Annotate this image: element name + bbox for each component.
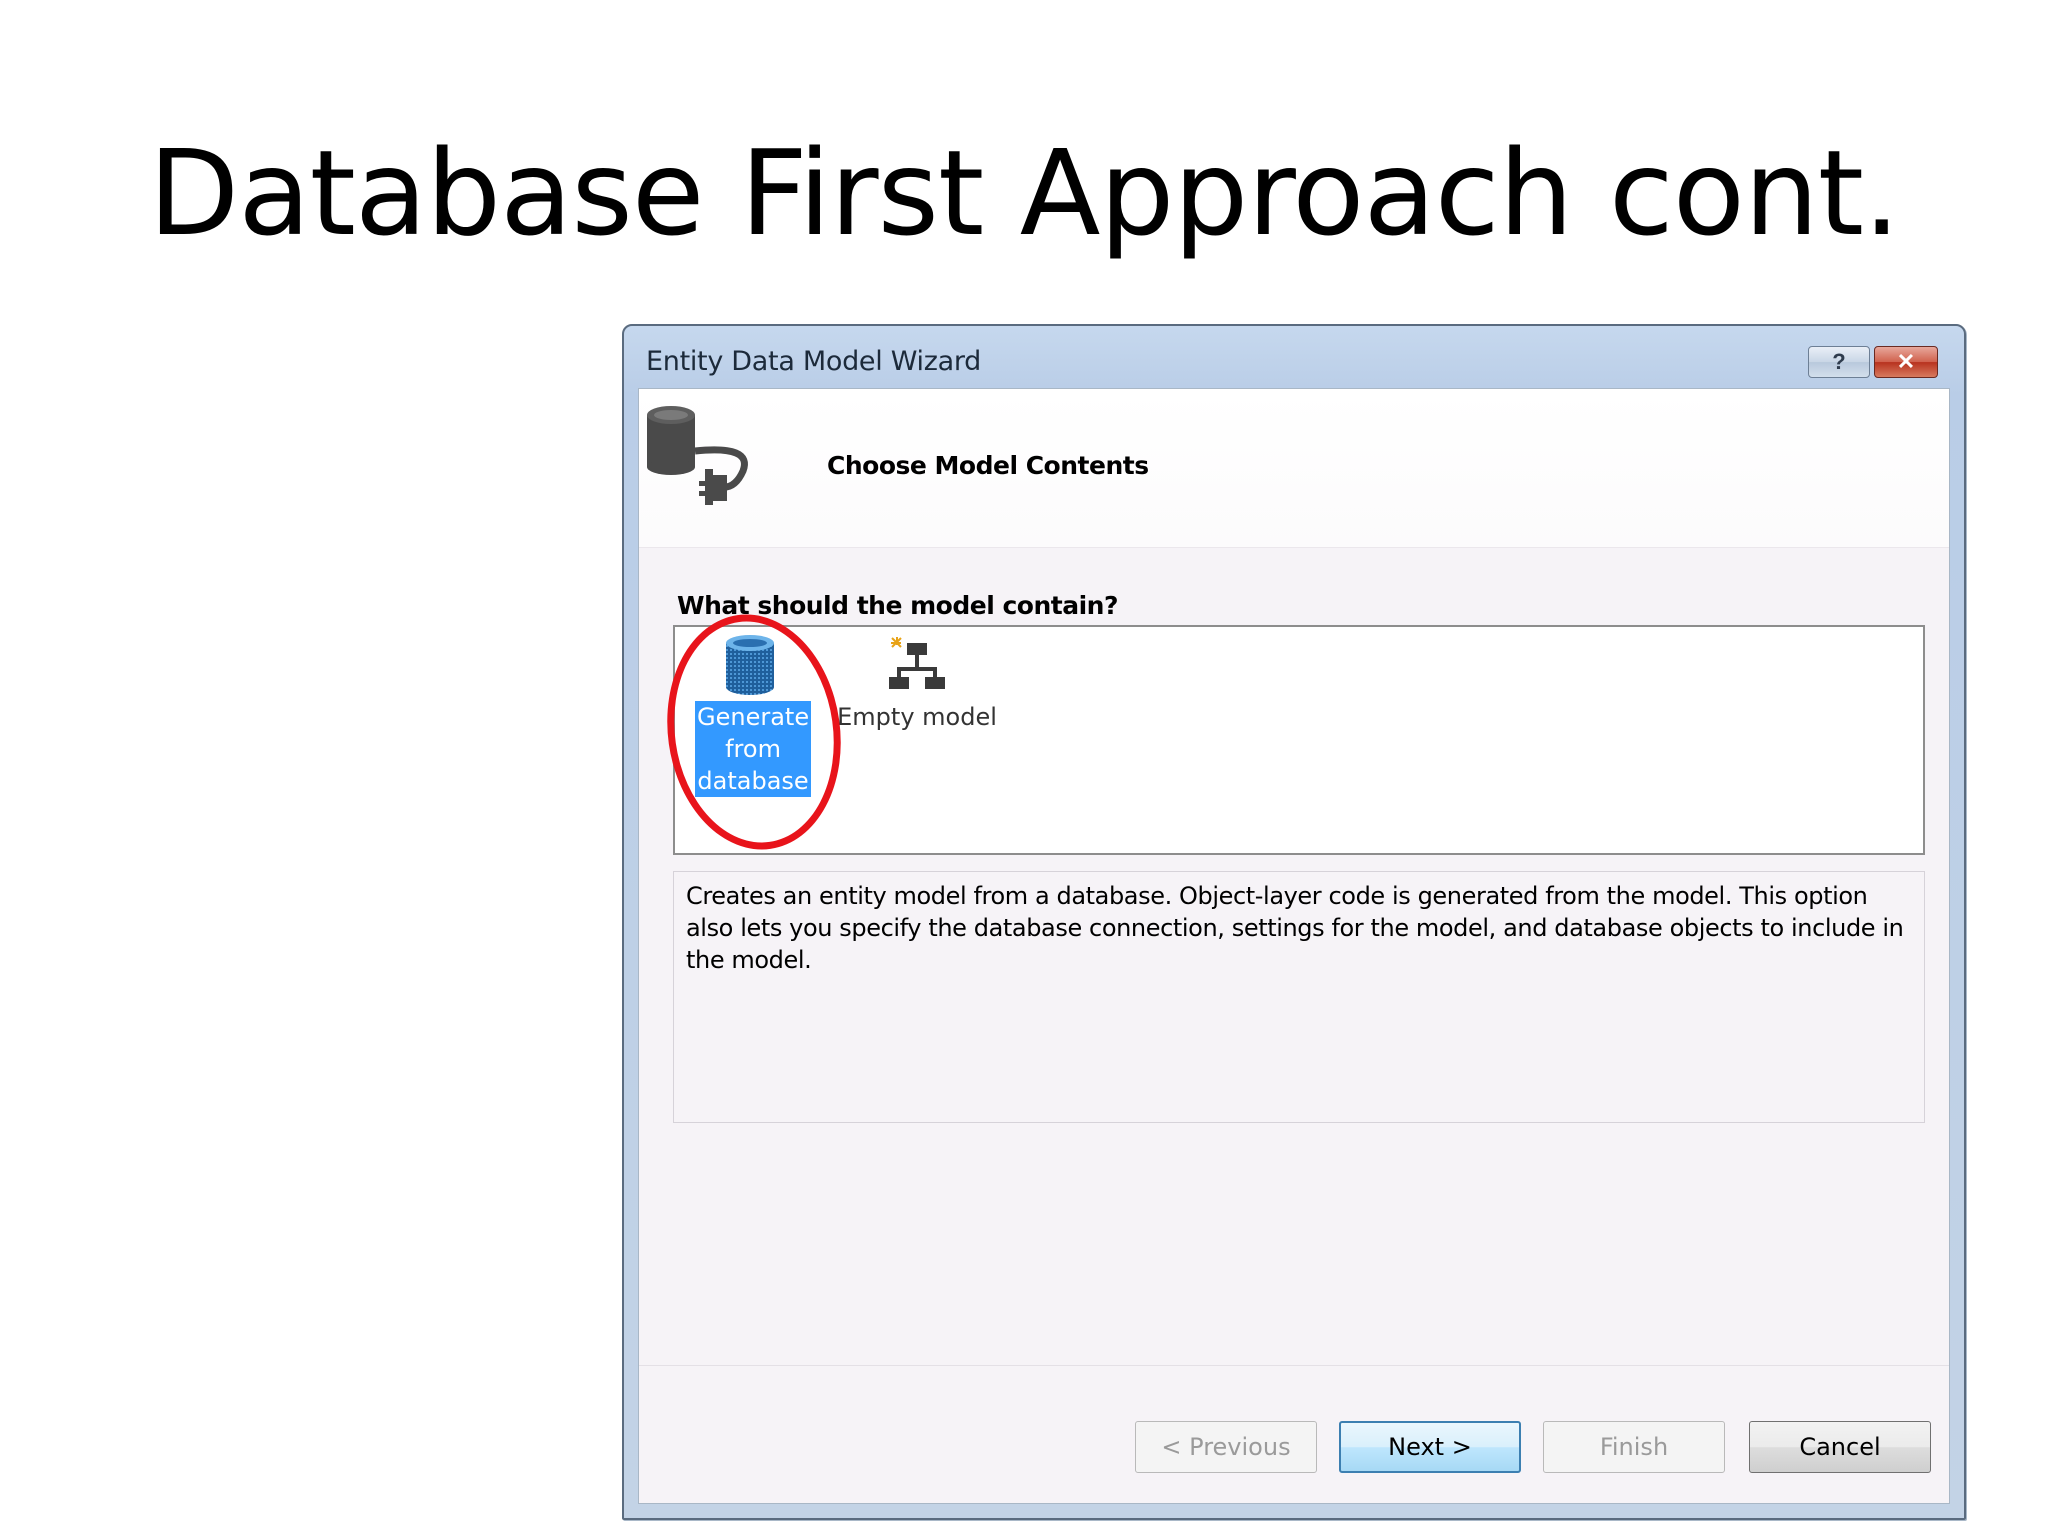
footer-divider [639, 1365, 1949, 1366]
entity-data-model-wizard-dialog: Entity Data Model Wizard ? ✕ Choose Mode… [622, 324, 1966, 1520]
window-title: Entity Data Model Wizard [646, 346, 981, 377]
model-contents-question: What should the model contain? [677, 591, 1118, 620]
empty-model-icon [889, 637, 945, 689]
option-generate-label-line-1: Generate [697, 703, 810, 731]
dialog-client-area: Choose Model Contents What should the mo… [638, 388, 1950, 1504]
title-bar[interactable]: Entity Data Model Wizard ? ✕ [624, 326, 1964, 392]
database-icon [726, 635, 774, 695]
option-generate-label-line-3: database [697, 767, 809, 795]
option-description: Creates an entity model from a database.… [673, 871, 1925, 1123]
cancel-button[interactable]: Cancel [1749, 1421, 1931, 1473]
help-button[interactable]: ? [1808, 346, 1870, 378]
wizard-page-title: Choose Model Contents [827, 451, 1149, 480]
slide-title: Database First Approach cont. [148, 124, 1900, 262]
option-empty-label: Empty model [837, 703, 997, 731]
wizard-header: Choose Model Contents [639, 389, 1949, 548]
option-empty-model[interactable]: Empty model [837, 633, 997, 733]
close-button[interactable]: ✕ [1874, 346, 1938, 378]
option-generate-from-database[interactable]: Generate from database [695, 633, 812, 797]
finish-button[interactable]: Finish [1543, 1421, 1725, 1473]
database-connection-icon [647, 406, 748, 505]
previous-button[interactable]: < Previous [1135, 1421, 1317, 1473]
option-generate-label-line-2: from [725, 735, 781, 763]
next-button[interactable]: Next > [1339, 1421, 1521, 1473]
model-contents-list[interactable]: Generate from database Empty model [673, 625, 1925, 855]
option-generate-label: Generate from database [695, 701, 812, 797]
